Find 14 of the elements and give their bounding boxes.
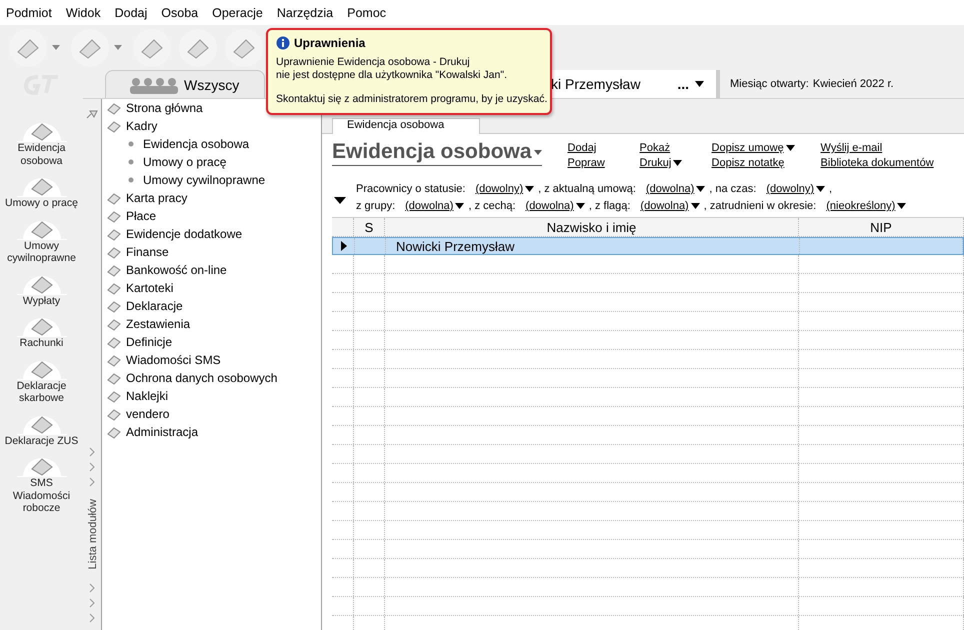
filter-label: z grupy:: [356, 200, 396, 212]
strip-label: Lista modułów: [86, 499, 98, 570]
filter-label: Pracownicy o statusie:: [356, 183, 466, 195]
filter-label: , z aktualną umową:: [538, 183, 636, 195]
filter-label: , zatrudnieni w okresie:: [704, 200, 816, 212]
filter-label: , z cechą:: [468, 200, 516, 212]
month-value: Kwiecień 2022 r.: [812, 78, 894, 90]
filter-label: ,: [829, 183, 832, 195]
tooltip-title: Uprawnienia: [294, 36, 366, 50]
filter-label: , na czas:: [709, 183, 756, 195]
tooltip-message: Uprawnienie Ewidencja osobowa - Drukuj nie jest dostępne dla użytkownika "Kowalski Jan".: [276, 56, 508, 82]
filter-label: , z flagą:: [588, 200, 630, 212]
month-label: Miesiąc otwarty:: [730, 78, 809, 90]
table-cell: Nowicki Przemysław: [396, 238, 514, 254]
